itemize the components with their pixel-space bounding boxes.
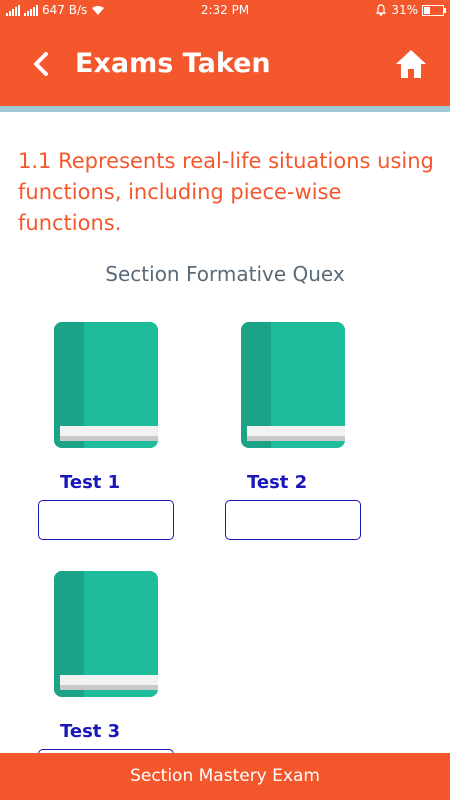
section-mastery-exam-button[interactable]: Section Mastery Exam (0, 753, 450, 800)
book-icon[interactable] (54, 571, 160, 699)
alarm-off-icon (375, 4, 387, 16)
topic-heading: 1.1 Represents real-life situations usin… (18, 149, 434, 235)
test-label: Test 1 (60, 472, 121, 493)
book-icon[interactable] (54, 322, 160, 450)
battery-icon (422, 4, 446, 16)
test-label: Test 2 (247, 472, 308, 493)
home-icon (396, 50, 426, 78)
status-bar: 647 B/s 2:32 PM 31% (0, 0, 450, 22)
app-bar: Exams Taken (0, 22, 450, 106)
score-field[interactable] (38, 500, 174, 540)
book-icon[interactable] (241, 322, 347, 450)
battery-percent: 31% (391, 3, 418, 17)
page-title: Exams Taken (75, 48, 271, 79)
back-chevron-icon (34, 52, 48, 76)
app-bar-divider (0, 106, 450, 112)
score-field[interactable] (225, 500, 361, 540)
section-label: Section Formative Quex (105, 262, 345, 286)
status-right: 31% (375, 3, 446, 17)
home-button[interactable] (394, 48, 428, 80)
test-label: Test 3 (60, 721, 121, 742)
back-button[interactable] (22, 44, 62, 84)
